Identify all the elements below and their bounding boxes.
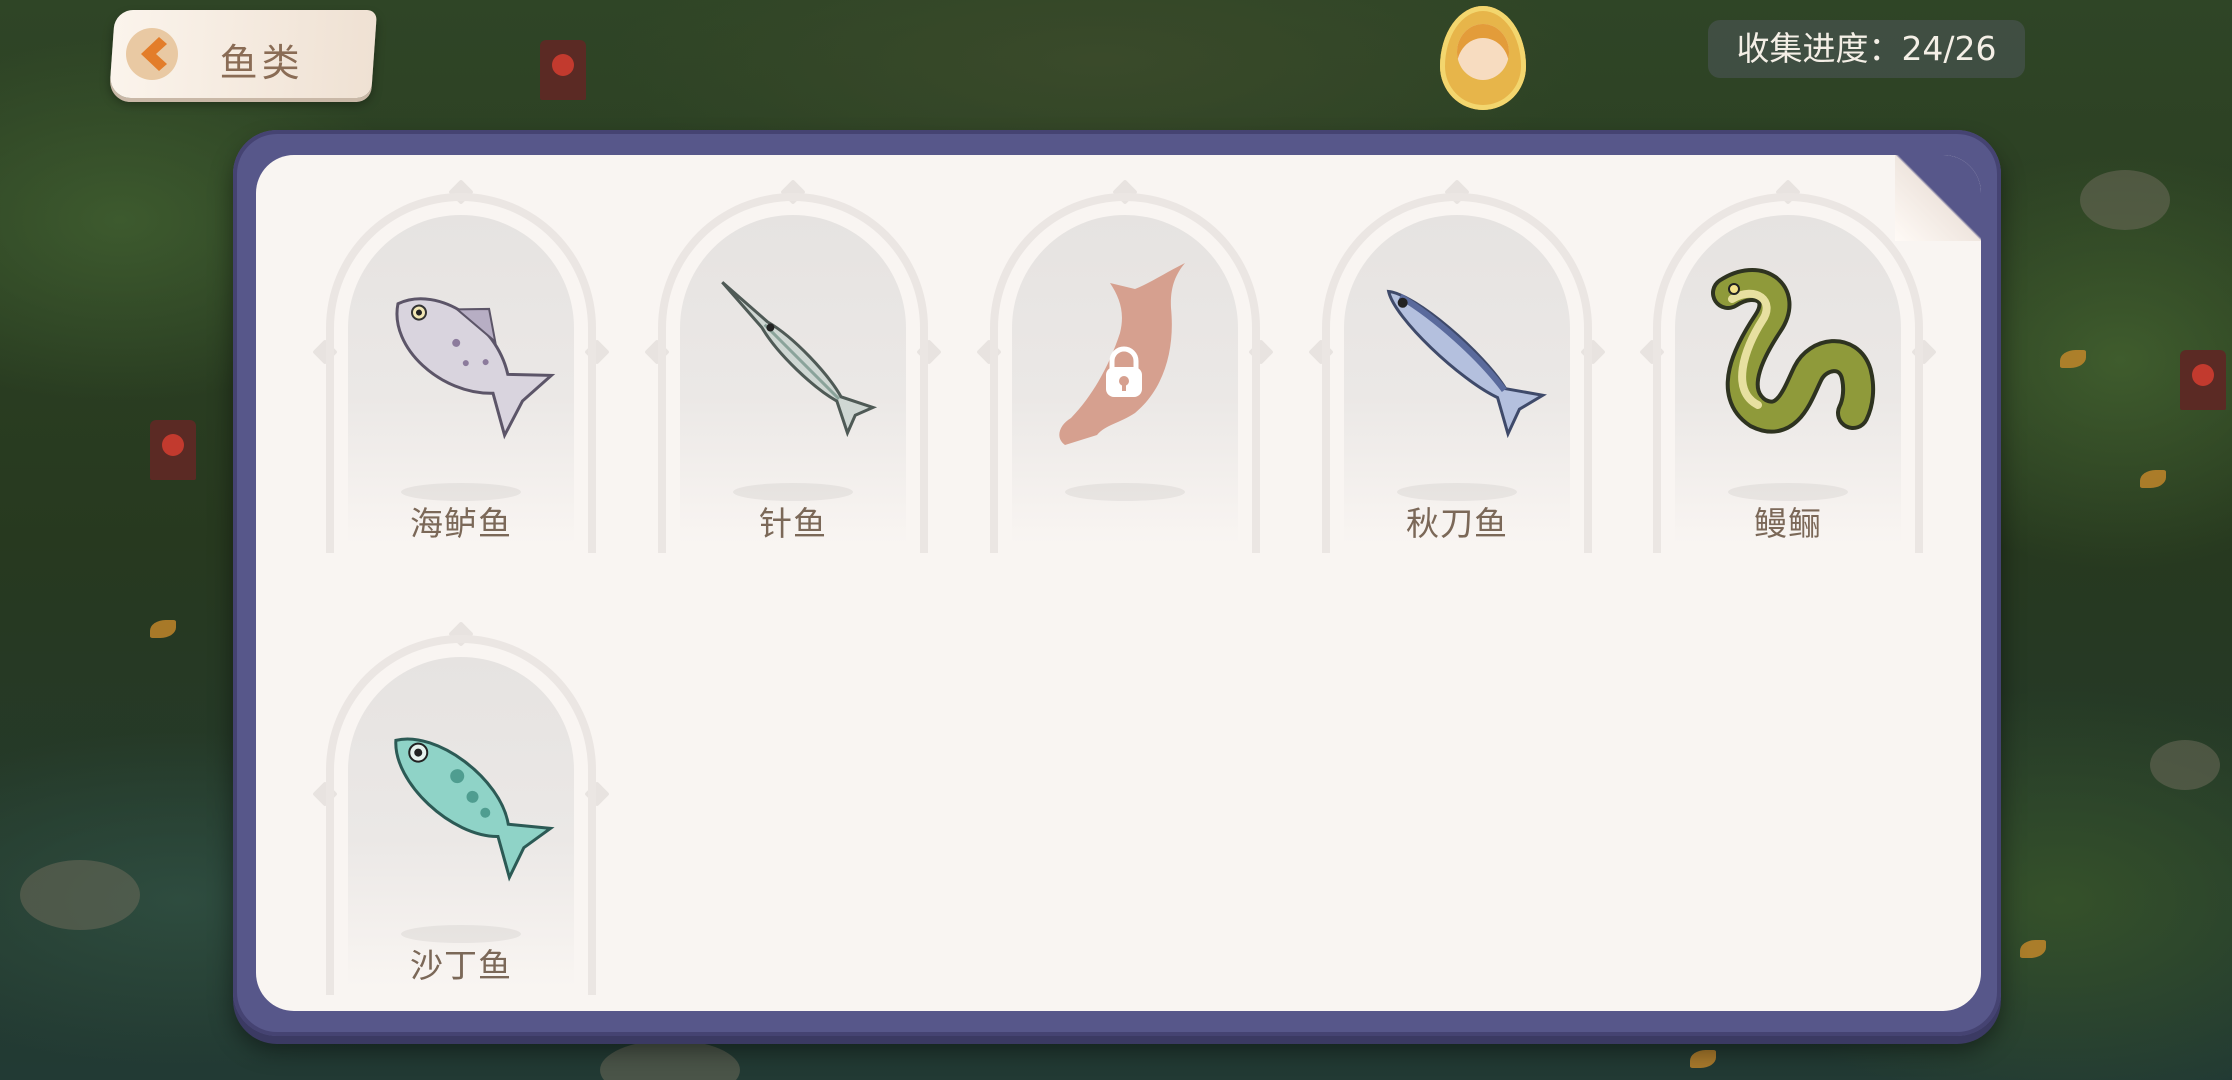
chevron-left-icon [126, 28, 178, 80]
fish-name: 鳗鲡 [1754, 504, 1822, 543]
fish-name: 针鱼 [759, 504, 827, 543]
fish-card-sardine[interactable]: 沙丁鱼 [312, 621, 610, 1005]
fish-name: 海鲈鱼 [410, 504, 512, 543]
fish-name: 秋刀鱼 [1406, 504, 1508, 543]
sardine-icon [361, 695, 561, 895]
collection-progress: 收集进度：24/26 [1708, 20, 2025, 78]
eel-icon [1688, 253, 1888, 453]
lock-icon [1106, 346, 1142, 397]
needlefish-icon [693, 253, 893, 453]
avatar [1457, 24, 1509, 80]
fish-grid: 海鲈鱼 针鱼 秋刀鱼 鳗鲡 沙丁鱼 [256, 155, 1981, 1011]
fish-card-needlefish[interactable]: 针鱼 [644, 179, 942, 563]
sea-bass-icon [361, 253, 561, 453]
fish-name: 沙丁鱼 [410, 946, 512, 985]
saury-icon [1357, 253, 1557, 453]
page-title: 鱼类 [219, 41, 304, 85]
fish-card-saury[interactable]: 秋刀鱼 [1308, 179, 1606, 563]
collection-panel: 海鲈鱼 针鱼 秋刀鱼 鳗鲡 沙丁鱼 [256, 155, 1981, 1011]
fish-card-locked[interactable] [976, 179, 1274, 563]
fish-card-eel[interactable]: 鳗鲡 [1639, 179, 1937, 563]
back-button[interactable]: 鱼类 [108, 10, 378, 98]
fish-card-sea-bass[interactable]: 海鲈鱼 [312, 179, 610, 563]
